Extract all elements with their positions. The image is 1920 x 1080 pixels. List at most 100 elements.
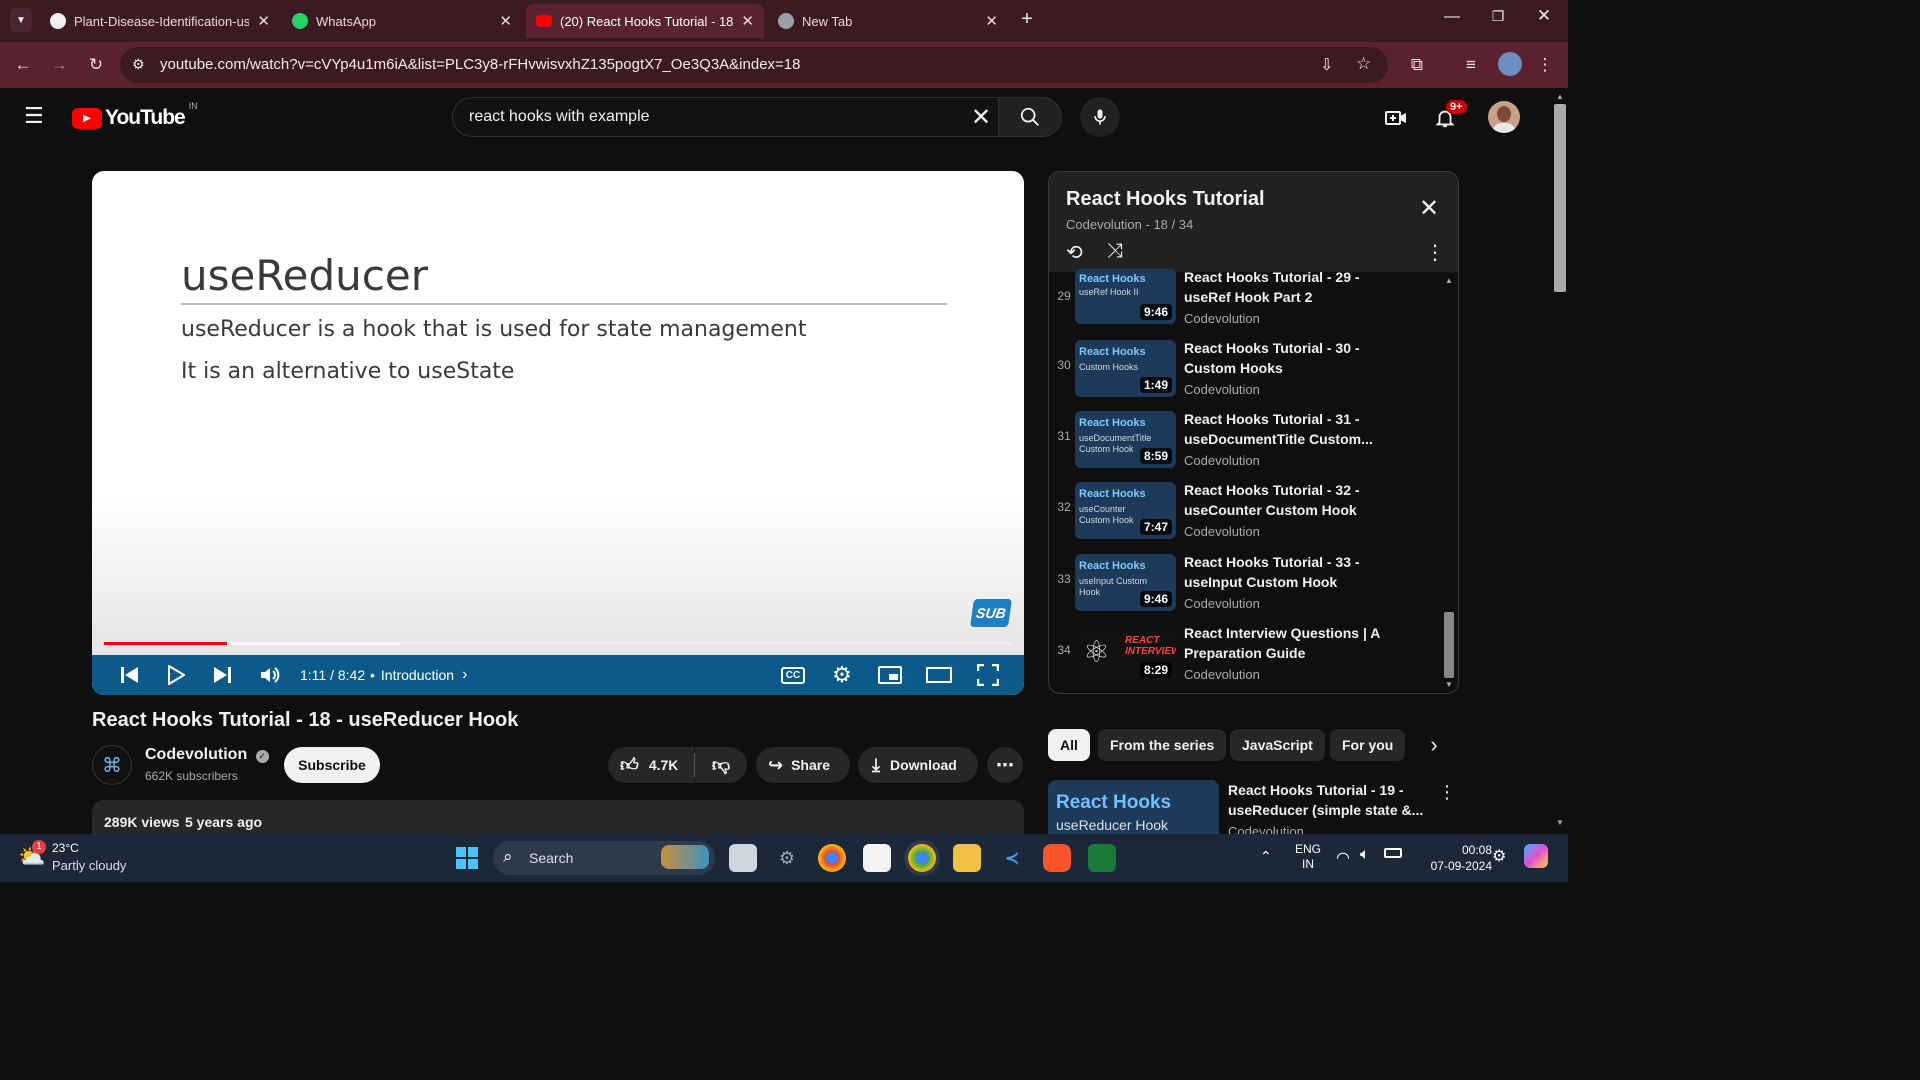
file-explorer-icon[interactable] (953, 844, 981, 872)
channel-avatar[interactable]: ⌘ (92, 745, 132, 785)
thumb-title: React Hooks (1079, 560, 1146, 572)
clock[interactable]: 00:08 07-09-2024 (1412, 842, 1492, 874)
chrome-profile-app-icon[interactable] (908, 844, 936, 872)
forward-button[interactable]: → (46, 52, 72, 78)
subscribe-watermark[interactable]: SUB (970, 599, 1012, 627)
theater-mode-button[interactable] (924, 655, 954, 695)
page-scroll-thumb[interactable] (1554, 104, 1566, 292)
channel-name[interactable]: Codevolution ✓ (145, 746, 269, 764)
close-window-button[interactable]: ✕ (1532, 6, 1556, 30)
battery-icon[interactable] (1384, 848, 1402, 858)
wifi-icon[interactable]: ◠ (1336, 848, 1350, 868)
page-scrollbar[interactable]: ▲ ▼ (1552, 88, 1568, 834)
playlist-item[interactable]: 32 React Hooks useCounter Custom Hook 7:… (1049, 480, 1458, 551)
chips-next-button[interactable]: › (1418, 729, 1450, 761)
speaker-icon[interactable]: 🔈︎ (1360, 846, 1370, 864)
more-actions-button[interactable]: ⋯ (987, 747, 1023, 783)
chip-javascript[interactable]: JavaScript (1230, 729, 1325, 761)
close-playlist-icon[interactable]: ✕ (1419, 194, 1439, 223)
close-icon[interactable]: ✕ (257, 12, 270, 30)
youtube-logo[interactable]: ▶ YouTube IN (72, 101, 198, 130)
playlist-title[interactable]: React Hooks Tutorial (1066, 188, 1265, 211)
chapter-button[interactable]: • Introduction › (370, 655, 467, 695)
minimize-button[interactable]: — (1440, 8, 1464, 32)
playlist-item[interactable]: 30 React Hooks Custom Hooks 1:49 React H… (1049, 338, 1458, 409)
loop-icon[interactable]: ⟲ (1066, 240, 1083, 265)
copilot-icon[interactable] (1524, 844, 1548, 868)
tab-github[interactable]: Plant-Disease-Identification-usi ✕ (40, 4, 280, 38)
tab-whatsapp[interactable]: WhatsApp ✕ (282, 4, 522, 38)
url-text[interactable]: youtube.com/watch?v=cVYp4u1m6iA&list=PLC… (160, 56, 800, 73)
captions-button[interactable]: CC (778, 655, 808, 695)
dislike-button[interactable]: 👎︎ (695, 747, 747, 783)
extensions-button[interactable]: ⧉ (1404, 52, 1430, 78)
brave-icon[interactable] (1043, 844, 1071, 872)
start-button[interactable] (453, 844, 481, 872)
miniplayer-button[interactable] (876, 655, 904, 695)
video-player[interactable]: useReducer useReducer is a hook that is … (92, 171, 1024, 695)
tab-youtube[interactable]: (20) React Hooks Tutorial - 18 - ✕ (526, 4, 764, 38)
store-app-icon[interactable] (863, 844, 891, 872)
chip-all[interactable]: All (1048, 729, 1090, 761)
account-avatar[interactable] (1488, 101, 1520, 133)
task-view-icon[interactable] (729, 844, 757, 872)
search-input[interactable]: react hooks with example ✕ (452, 97, 1000, 137)
site-info-icon[interactable]: ⚙ (132, 56, 145, 73)
close-icon[interactable]: ✕ (741, 12, 754, 30)
profile-avatar[interactable] (1498, 52, 1522, 76)
playlist-item[interactable]: 34 ⚛ REACT INTERVIEW 8:29 React Intervie… (1049, 623, 1458, 693)
media-control-button[interactable]: ≡ (1458, 52, 1484, 78)
progress-bar[interactable] (104, 642, 1012, 645)
playlist-item[interactable]: 33 React Hooks useInput Custom Hook 9:46… (1049, 552, 1458, 623)
close-icon[interactable]: ✕ (985, 12, 998, 30)
playlist-scroll-thumb[interactable] (1444, 612, 1454, 678)
back-button[interactable]: ← (10, 52, 36, 78)
recommended-menu-icon[interactable]: ⋮ (1438, 782, 1456, 803)
android-app-icon[interactable] (1088, 844, 1116, 872)
restore-button[interactable]: ❐ (1486, 8, 1510, 32)
chip-from-the-series[interactable]: From the series (1098, 729, 1227, 761)
install-app-icon[interactable]: ⇩ (1320, 55, 1333, 75)
next-button[interactable] (208, 655, 236, 695)
shuffle-icon[interactable]: ⤨ (1107, 240, 1123, 263)
download-button[interactable]: ⤓ Download (858, 747, 978, 783)
playlist-scrollbar[interactable]: ▲ ▼ (1442, 272, 1456, 692)
chrome-app-icon[interactable] (818, 844, 846, 872)
browser-menu-button[interactable]: ⋮ (1532, 52, 1558, 78)
reload-button[interactable]: ↻ (83, 52, 109, 78)
address-bar[interactable]: ⚙ youtube.com/watch?v=cVYp4u1m6iA&list=P… (120, 47, 1388, 83)
fullscreen-button[interactable] (974, 655, 1002, 695)
recommended-video[interactable]: React Hooks useReducer Hook React Hooks … (1048, 780, 1458, 834)
chevron-up-icon[interactable]: ⌃ (1260, 848, 1272, 865)
voice-search-button[interactable] (1080, 97, 1120, 137)
bookmark-star-icon[interactable]: ☆ (1356, 54, 1371, 74)
chip-for-you[interactable]: For you (1330, 729, 1406, 761)
settings-button[interactable]: ⚙ (828, 655, 856, 695)
settings-app-icon[interactable]: ⚙ (773, 844, 801, 872)
taskbar-search[interactable]: ⌕ Search (493, 841, 715, 875)
guide-menu-button[interactable]: ☰ (24, 105, 48, 129)
notification-center-icon[interactable]: ⚙ (1492, 846, 1506, 866)
input-language[interactable]: ENG IN (1294, 842, 1322, 872)
playlist-item[interactable]: 29 React Hooks useRef Hook II 9:46 React… (1049, 269, 1458, 340)
play-button[interactable] (162, 655, 190, 695)
search-button[interactable] (998, 97, 1062, 137)
new-tab-button[interactable]: + (1016, 8, 1038, 32)
clear-search-icon[interactable]: ✕ (971, 103, 991, 132)
notifications-button[interactable]: 9+ (1434, 100, 1467, 130)
search-icon (1020, 107, 1039, 126)
share-button[interactable]: ↪ Share (756, 747, 850, 783)
previous-button[interactable] (116, 655, 144, 695)
playlist-item[interactable]: 31 React Hooks useDocumentTitle Custom H… (1049, 409, 1458, 480)
tab-new-tab[interactable]: New Tab ✕ (768, 4, 1008, 38)
subscribe-button[interactable]: Subscribe (284, 747, 380, 783)
playlist-menu-icon[interactable]: ⋮ (1425, 240, 1445, 265)
vscode-icon[interactable]: ≺ (998, 844, 1026, 872)
close-icon[interactable]: ✕ (499, 12, 512, 30)
like-button[interactable]: 👍︎ 4.7K (608, 747, 694, 783)
search-input-value[interactable]: react hooks with example (469, 108, 650, 126)
volume-button[interactable] (254, 655, 286, 695)
weather-widget[interactable]: ⛅ 1 23°C Partly cloudy (18, 840, 138, 876)
create-button[interactable] (1384, 106, 1408, 130)
tab-search-button[interactable]: ▼ (10, 8, 32, 32)
